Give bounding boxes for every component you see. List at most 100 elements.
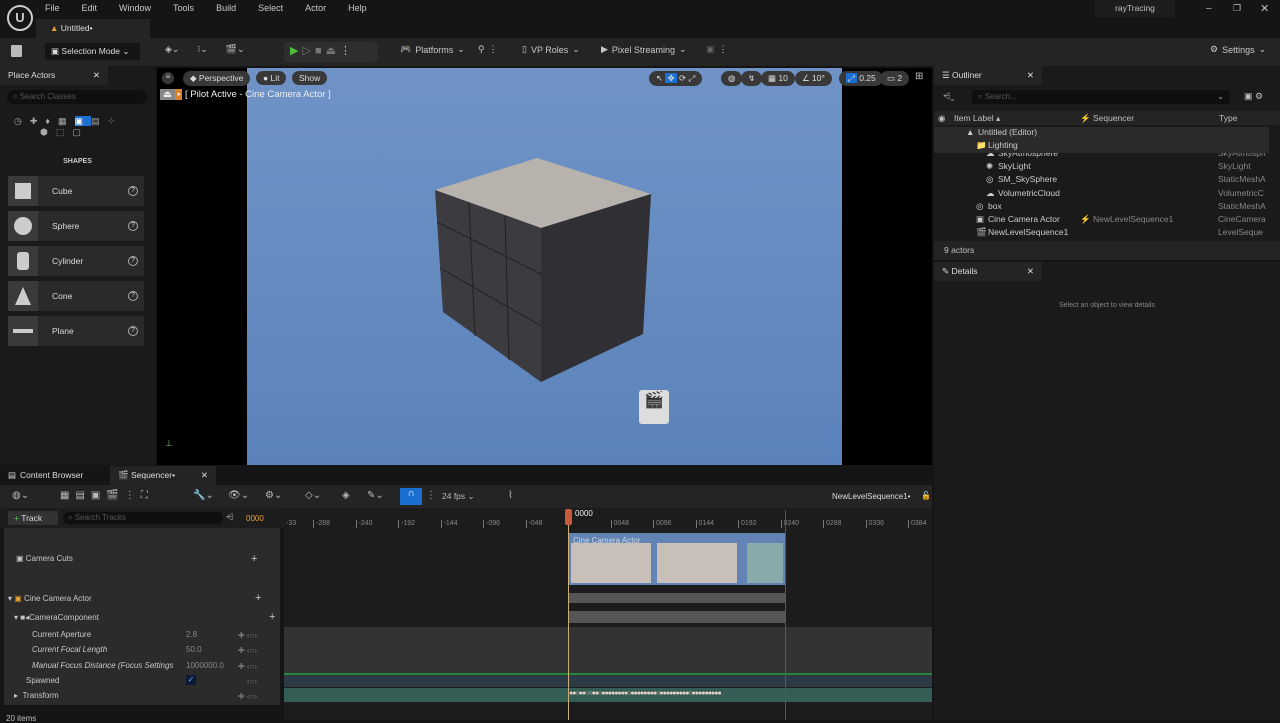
outliner-row[interactable]: 📁 Lighting <box>934 140 1269 154</box>
add-icon[interactable]: + <box>255 592 261 604</box>
playback-icon[interactable]: ⚙⌄ <box>265 490 282 501</box>
track-manual-focus-distance[interactable]: Manual Focus Distance (Focus Settings <box>32 661 173 670</box>
menu-edit[interactable]: Edit <box>82 3 98 13</box>
outliner-row[interactable]: ▲ Untitled (Editor) <box>934 127 1269 140</box>
aperture-value[interactable]: 2.8 <box>186 630 197 639</box>
surface-snap-button[interactable]: ↯ <box>741 71 763 86</box>
snap-magnet-button[interactable]: ∩ <box>400 488 422 505</box>
playhead-handle[interactable] <box>565 509 572 525</box>
current-frame-field[interactable]: 0000 <box>246 514 264 523</box>
add-track-button[interactable]: + Track <box>8 511 58 525</box>
tab-sequencer[interactable]: 🎬 Sequencer• ✕ <box>110 466 216 485</box>
rotation-snap-button[interactable]: ∠ 10° <box>795 71 832 86</box>
menu-window[interactable]: Window <box>119 3 151 13</box>
track-camera-component[interactable]: ▾ ■◂CameraComponent <box>14 613 99 622</box>
step-icon[interactable]: ▷ <box>302 44 310 57</box>
tools-icon[interactable]: 🔧⌄ <box>193 490 214 501</box>
world-icon[interactable]: ◍⌄ <box>12 490 29 501</box>
column-type[interactable]: Type <box>1219 113 1237 123</box>
outliner-row[interactable]: 🎬 NewLevelSequence1 LevelSeque <box>934 227 1269 239</box>
menu-help[interactable]: Help <box>348 3 367 13</box>
actor-cone[interactable]: Cone? <box>8 281 144 311</box>
blueprint-icon[interactable]: ⁝⌄ <box>197 44 207 55</box>
vp-icon[interactable]: ⚲ <box>478 44 485 55</box>
eject-icon[interactable]: ⏏ <box>326 44 336 57</box>
section-bar[interactable] <box>569 593 785 603</box>
help-icon[interactable]: ? <box>128 326 138 336</box>
curve-editor-icon[interactable]: ⌇ <box>508 490 513 501</box>
actor-plane[interactable]: Plane? <box>8 316 144 346</box>
viewport[interactable]: 🎬 ≡ ◆ Perspective ● Lit Show ⏏ ▪ [ Pilot … <box>157 68 932 465</box>
show-button[interactable]: Show <box>292 71 328 85</box>
menu-select[interactable]: Select <box>258 3 283 13</box>
column-sequencer[interactable]: ⚡ Sequencer <box>1080 113 1134 124</box>
search-tracks-input[interactable]: ⌕ Search Tracks <box>63 512 223 524</box>
help-icon[interactable]: ? <box>128 291 138 301</box>
scale-snap-button[interactable]: ⤢ 0.25 <box>839 71 883 86</box>
outliner-row[interactable]: ◎ SM_SkySphere StaticMeshA <box>934 174 1269 187</box>
spawned-checkbox[interactable]: ✓ <box>186 675 196 685</box>
outliner-row[interactable]: ✺ SkyLight SkyLight <box>934 161 1269 174</box>
transform-tools[interactable]: ↖ ✥ ⟳ ⤢ <box>649 71 703 86</box>
add-actor-icon[interactable]: ◈⌄ <box>165 44 179 55</box>
transform-keys[interactable]: ●●○●●○○●●○●●●●●●●●○●●●●●●●●○●●●●●●●●●○●●… <box>569 690 785 697</box>
help-icon[interactable]: ? <box>128 186 138 196</box>
fps-dropdown[interactable]: 24 fps ⌄ <box>442 491 475 502</box>
lit-button[interactable]: ● Lit <box>256 71 287 85</box>
menu-actor[interactable]: Actor <box>305 3 326 13</box>
details-tab[interactable]: ✎ Details ✕ <box>934 262 1042 281</box>
platforms-dropdown[interactable]: Platforms <box>415 45 453 55</box>
cinematics-icon[interactable]: 🎬⌄ <box>226 44 245 55</box>
track-transform[interactable]: ▸ Transform <box>14 691 59 700</box>
menu-file[interactable]: File <box>45 3 60 13</box>
focal-length-value[interactable]: 50.0 <box>186 645 202 654</box>
minimize-button[interactable]: – <box>1206 3 1212 14</box>
perspective-button[interactable]: ◆ Perspective <box>183 71 251 86</box>
edit-mode-icon[interactable]: ✎⌄ <box>367 490 384 501</box>
menu-build[interactable]: Build <box>216 3 236 13</box>
camera-cut-section[interactable]: Cine Camera Actor <box>569 533 785 585</box>
menu-tools[interactable]: Tools <box>173 3 194 13</box>
focus-distance-value[interactable]: 1000000.0 <box>186 661 224 670</box>
unreal-logo-icon[interactable]: U <box>7 5 33 31</box>
outliner-tab[interactable]: ☰ Outliner ✕ <box>934 66 1042 85</box>
document-tab[interactable]: ▲ Untitled• <box>36 19 150 38</box>
world-local-button[interactable]: ◍ <box>721 71 743 86</box>
save-icon[interactable] <box>11 45 22 57</box>
play-icon[interactable]: ▶ <box>290 44 298 57</box>
pixel-streaming-dropdown[interactable]: Pixel Streaming <box>612 45 675 55</box>
track-focal-length[interactable]: Current Focal Length <box>32 645 107 654</box>
help-icon[interactable]: ? <box>128 221 138 231</box>
category-icons[interactable]: ◷✚♦▦▣▤⁘ ⬢⬚▢ <box>14 116 144 138</box>
lock-icon[interactable]: 🔓 <box>921 491 931 500</box>
add-folder-icon[interactable]: ▣ ⚙ <box>1244 91 1263 102</box>
outliner-row[interactable]: ▣ Cine Camera Actor ⚡ NewLevelSequence1 Ci… <box>934 214 1269 227</box>
more-icon[interactable]: ⋮ <box>340 44 351 57</box>
outliner-row[interactable]: ◎ box StaticMeshA <box>934 201 1269 214</box>
add-icon[interactable]: + <box>269 611 275 623</box>
stop-icon[interactable]: ■ <box>315 45 322 57</box>
maximize-button[interactable]: ❐ <box>1233 3 1241 14</box>
close-tab-icon[interactable]: ✕ <box>1027 266 1034 277</box>
revision-control-icon[interactable]: ▣ <box>706 44 715 55</box>
filter-icon[interactable]: ⩤⌄ <box>943 91 954 102</box>
camera-speed-button[interactable]: ▭ 2 <box>880 71 910 86</box>
close-tab-icon[interactable]: ✕ <box>201 470 208 481</box>
key-nav-icons[interactable]: ✚ ‹○› ✚ ‹○› ✚ ‹○› ‹○› ✚ ‹○› <box>238 628 257 704</box>
tab-content-browser[interactable]: ▤ Content Browser <box>0 466 108 485</box>
settings-dropdown[interactable]: Settings <box>1222 45 1255 55</box>
eject-pilot-icon[interactable]: ⏏ <box>160 89 175 100</box>
close-tab-icon[interactable]: ✕ <box>1027 70 1034 81</box>
render-icons[interactable]: ▦▤▣🎬⋮⛶ <box>60 490 154 501</box>
auto-key-icon[interactable]: ◈ <box>342 490 350 501</box>
view-icon[interactable]: 👁⌄ <box>228 490 249 501</box>
place-actors-tab[interactable]: Place Actors ✕ <box>0 66 108 85</box>
track-current-aperture[interactable]: Current Aperture <box>32 630 91 639</box>
actor-sphere[interactable]: Sphere? <box>8 211 144 241</box>
close-tab-icon[interactable]: ✕ <box>93 70 100 81</box>
filter-tracks-icon[interactable]: ⩤ <box>226 512 233 523</box>
section-bar[interactable] <box>569 611 785 623</box>
selection-mode-dropdown[interactable]: ▣ Selection Mode ⌄ <box>45 43 140 60</box>
visibility-icon[interactable]: ◉ <box>938 113 945 123</box>
track-cine-camera-actor[interactable]: ▾ ▣ Cine Camera Actor <box>8 594 92 603</box>
